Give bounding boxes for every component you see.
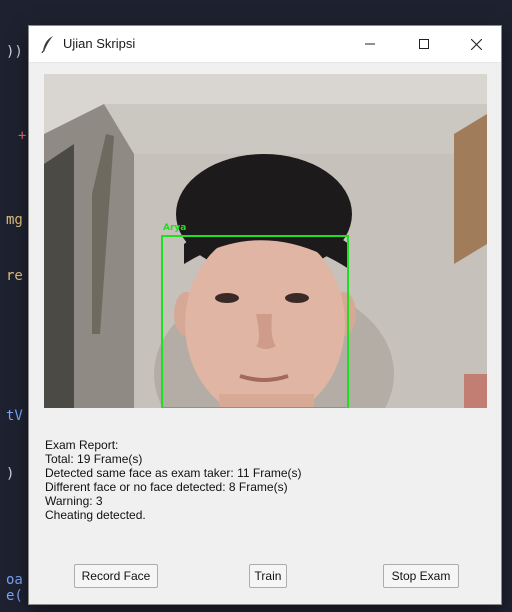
code-fragment: tV xyxy=(6,408,23,424)
maximize-button[interactable] xyxy=(401,26,447,62)
code-fragment: mg xyxy=(6,212,23,228)
app-window: Ujian Skripsi Arya Exam Report: Total: 1… xyxy=(29,26,501,604)
code-fragment: oa xyxy=(6,572,23,588)
report-heading: Exam Report: xyxy=(45,438,119,452)
record-face-button[interactable]: Record Face xyxy=(74,564,158,588)
report-different-face: Different face or no face detected: 8 Fr… xyxy=(45,480,288,494)
code-fragment: re xyxy=(6,268,23,284)
code-fragment: )) xyxy=(6,44,23,60)
report-total: Total: 19 Frame(s) xyxy=(45,452,143,466)
window-title: Ujian Skripsi xyxy=(63,36,136,51)
minimize-button[interactable] xyxy=(347,26,393,62)
report-same-face: Detected same face as exam taker: 11 Fra… xyxy=(45,466,302,480)
code-fragment: e( xyxy=(6,588,23,604)
webcam-feed: Arya xyxy=(44,74,487,408)
report-warning: Warning: 3 xyxy=(45,494,103,508)
report-verdict: Cheating detected. xyxy=(45,508,146,522)
close-button[interactable] xyxy=(453,26,499,62)
webcam-frame-image: Arya xyxy=(44,74,487,408)
feather-icon xyxy=(41,36,53,53)
maximize-icon xyxy=(419,39,429,49)
stop-exam-button[interactable]: Stop Exam xyxy=(383,564,459,588)
minimize-icon xyxy=(365,43,375,45)
close-icon xyxy=(470,38,482,50)
exam-report: Exam Report: Total: 19 Frame(s) Detected… xyxy=(45,438,302,522)
code-fragment: ) xyxy=(6,466,15,482)
train-button[interactable]: Train xyxy=(249,564,287,588)
detected-name-label: Arya xyxy=(163,223,186,233)
code-fragment: + xyxy=(18,128,27,144)
title-bar[interactable]: Ujian Skripsi xyxy=(29,26,501,63)
